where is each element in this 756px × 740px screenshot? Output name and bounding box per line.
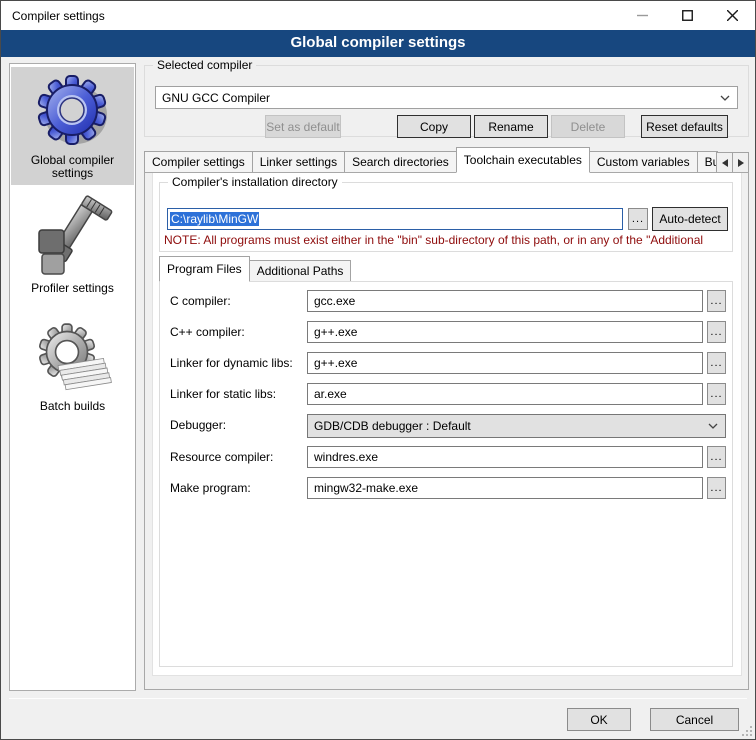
tab-compiler-settings[interactable]: Compiler settings — [144, 151, 253, 173]
tab-linker-settings[interactable]: Linker settings — [252, 151, 345, 173]
resize-grip[interactable] — [742, 726, 752, 736]
toolchain-executables-panel: Compiler's installation directory C:\ray… — [144, 172, 749, 690]
c-compiler-row: C compiler: gcc.exe ... — [160, 290, 732, 312]
static-linker-browse-button[interactable]: ... — [707, 383, 726, 405]
settings-sidebar: Global compiler settings — [9, 63, 136, 691]
resource-compiler-input[interactable]: windres.exe — [307, 446, 703, 468]
make-program-browse-button[interactable]: ... — [707, 477, 726, 499]
bin-subdirectory-note: NOTE: All programs must exist either in … — [164, 233, 730, 247]
delete-button[interactable]: Delete — [551, 115, 625, 138]
debugger-row: Debugger: GDB/CDB debugger : Default — [160, 414, 732, 438]
settings-tab-bar: Compiler settings Linker settings Search… — [144, 147, 749, 173]
dynamic-linker-input[interactable]: g++.exe — [307, 352, 703, 374]
cpp-compiler-input[interactable]: g++.exe — [307, 321, 703, 343]
window-controls — [620, 1, 755, 30]
make-program-row: Make program: mingw32-make.exe ... — [160, 477, 732, 499]
window-title: Compiler settings — [1, 9, 105, 23]
installation-directory-value: C:\raylib\MinGW — [170, 212, 259, 226]
program-files-tab-bar: Program Files Additional Paths — [159, 257, 733, 282]
caliper-tool-icon — [33, 190, 113, 282]
page-title-banner: Global compiler settings — [1, 30, 755, 57]
cpp-compiler-browse-button[interactable]: ... — [707, 321, 726, 343]
tab-toolchain-executables[interactable]: Toolchain executables — [456, 147, 590, 173]
sidebar-item-label: Global compiler settings — [11, 154, 134, 185]
resource-compiler-browse-button[interactable]: ... — [707, 446, 726, 468]
tab-program-files[interactable]: Program Files — [159, 256, 250, 282]
sidebar-item-batch-builds[interactable]: Batch builds — [11, 316, 134, 418]
tab-scroll-left-button[interactable] — [716, 152, 733, 173]
minimize-icon — [637, 10, 648, 21]
page-title: Global compiler settings — [290, 34, 465, 51]
cancel-button[interactable]: Cancel — [650, 708, 739, 731]
resource-compiler-row: Resource compiler: windres.exe ... — [160, 446, 732, 468]
arrow-left-icon — [722, 159, 728, 167]
make-program-label: Make program: — [170, 477, 251, 499]
tab-search-directories[interactable]: Search directories — [344, 151, 457, 173]
compiler-select-value: GNU GCC Compiler — [162, 91, 270, 105]
selected-compiler-group: Selected compiler GNU GCC Compiler Set a… — [144, 65, 749, 137]
arrow-right-icon — [738, 159, 744, 167]
toolchain-page: Compiler's installation directory C:\ray… — [152, 173, 742, 676]
installation-directory-group-label: Compiler's installation directory — [168, 175, 342, 189]
cpp-compiler-label: C++ compiler: — [170, 321, 245, 343]
reset-defaults-button[interactable]: Reset defaults — [641, 115, 728, 138]
sidebar-item-global-compiler-settings[interactable]: Global compiler settings — [11, 67, 134, 185]
sidebar-item-label: Profiler settings — [31, 282, 114, 300]
compiler-actions: Set as default Copy Rename Delete Reset … — [155, 115, 738, 138]
compiler-settings-dialog: Compiler settings Global compiler settin… — [0, 0, 756, 740]
auto-detect-button[interactable]: Auto-detect — [652, 207, 728, 231]
static-linker-input[interactable]: ar.exe — [307, 383, 703, 405]
tab-scroll-buttons — [717, 152, 749, 173]
blue-gear-icon — [35, 67, 111, 154]
tab-additional-paths[interactable]: Additional Paths — [249, 260, 352, 282]
sidebar-item-label: Batch builds — [40, 400, 105, 418]
installation-directory-input[interactable]: C:\raylib\MinGW — [167, 208, 623, 230]
c-compiler-label: C compiler: — [170, 290, 231, 312]
dynamic-linker-label: Linker for dynamic libs: — [170, 352, 293, 374]
dynamic-linker-browse-button[interactable]: ... — [707, 352, 726, 374]
make-program-input[interactable]: mingw32-make.exe — [307, 477, 703, 499]
minimize-button[interactable] — [620, 1, 665, 30]
program-files-page: C compiler: gcc.exe ... C++ compiler: g+… — [159, 281, 733, 667]
chevron-down-icon — [708, 423, 718, 429]
resource-compiler-label: Resource compiler: — [170, 446, 273, 468]
cpp-compiler-row: C++ compiler: g++.exe ... — [160, 321, 732, 343]
close-icon — [727, 10, 738, 21]
close-button[interactable] — [710, 1, 755, 30]
maximize-button[interactable] — [665, 1, 710, 30]
tab-scroll-right-button[interactable] — [732, 152, 749, 173]
debugger-select-value: GDB/CDB debugger : Default — [314, 419, 471, 433]
static-linker-row: Linker for static libs: ar.exe ... — [160, 383, 732, 405]
tab-custom-variables[interactable]: Custom variables — [589, 151, 698, 173]
selected-compiler-group-label: Selected compiler — [153, 58, 256, 72]
tab-build-options[interactable]: Build options — [697, 151, 718, 173]
compiler-select[interactable]: GNU GCC Compiler — [155, 86, 738, 109]
installation-directory-group: Compiler's installation directory C:\ray… — [159, 182, 733, 252]
grey-gear-stack-icon — [34, 316, 112, 400]
c-compiler-input[interactable]: gcc.exe — [307, 290, 703, 312]
dynamic-linker-row: Linker for dynamic libs: g++.exe ... — [160, 352, 732, 374]
debugger-select[interactable]: GDB/CDB debugger : Default — [307, 414, 726, 438]
ok-button[interactable]: OK — [567, 708, 631, 731]
copy-button[interactable]: Copy — [397, 115, 471, 138]
set-as-default-button[interactable]: Set as default — [265, 115, 341, 138]
c-compiler-browse-button[interactable]: ... — [707, 290, 726, 312]
footer-separator — [9, 698, 747, 699]
chevron-down-icon — [720, 95, 730, 101]
maximize-icon — [682, 10, 693, 21]
static-linker-label: Linker for static libs: — [170, 383, 276, 405]
sidebar-item-profiler-settings[interactable]: Profiler settings — [11, 190, 134, 300]
browse-directory-button[interactable]: ... — [628, 208, 648, 230]
title-bar: Compiler settings — [1, 1, 755, 30]
debugger-label: Debugger: — [170, 414, 226, 436]
rename-button[interactable]: Rename — [474, 115, 548, 138]
